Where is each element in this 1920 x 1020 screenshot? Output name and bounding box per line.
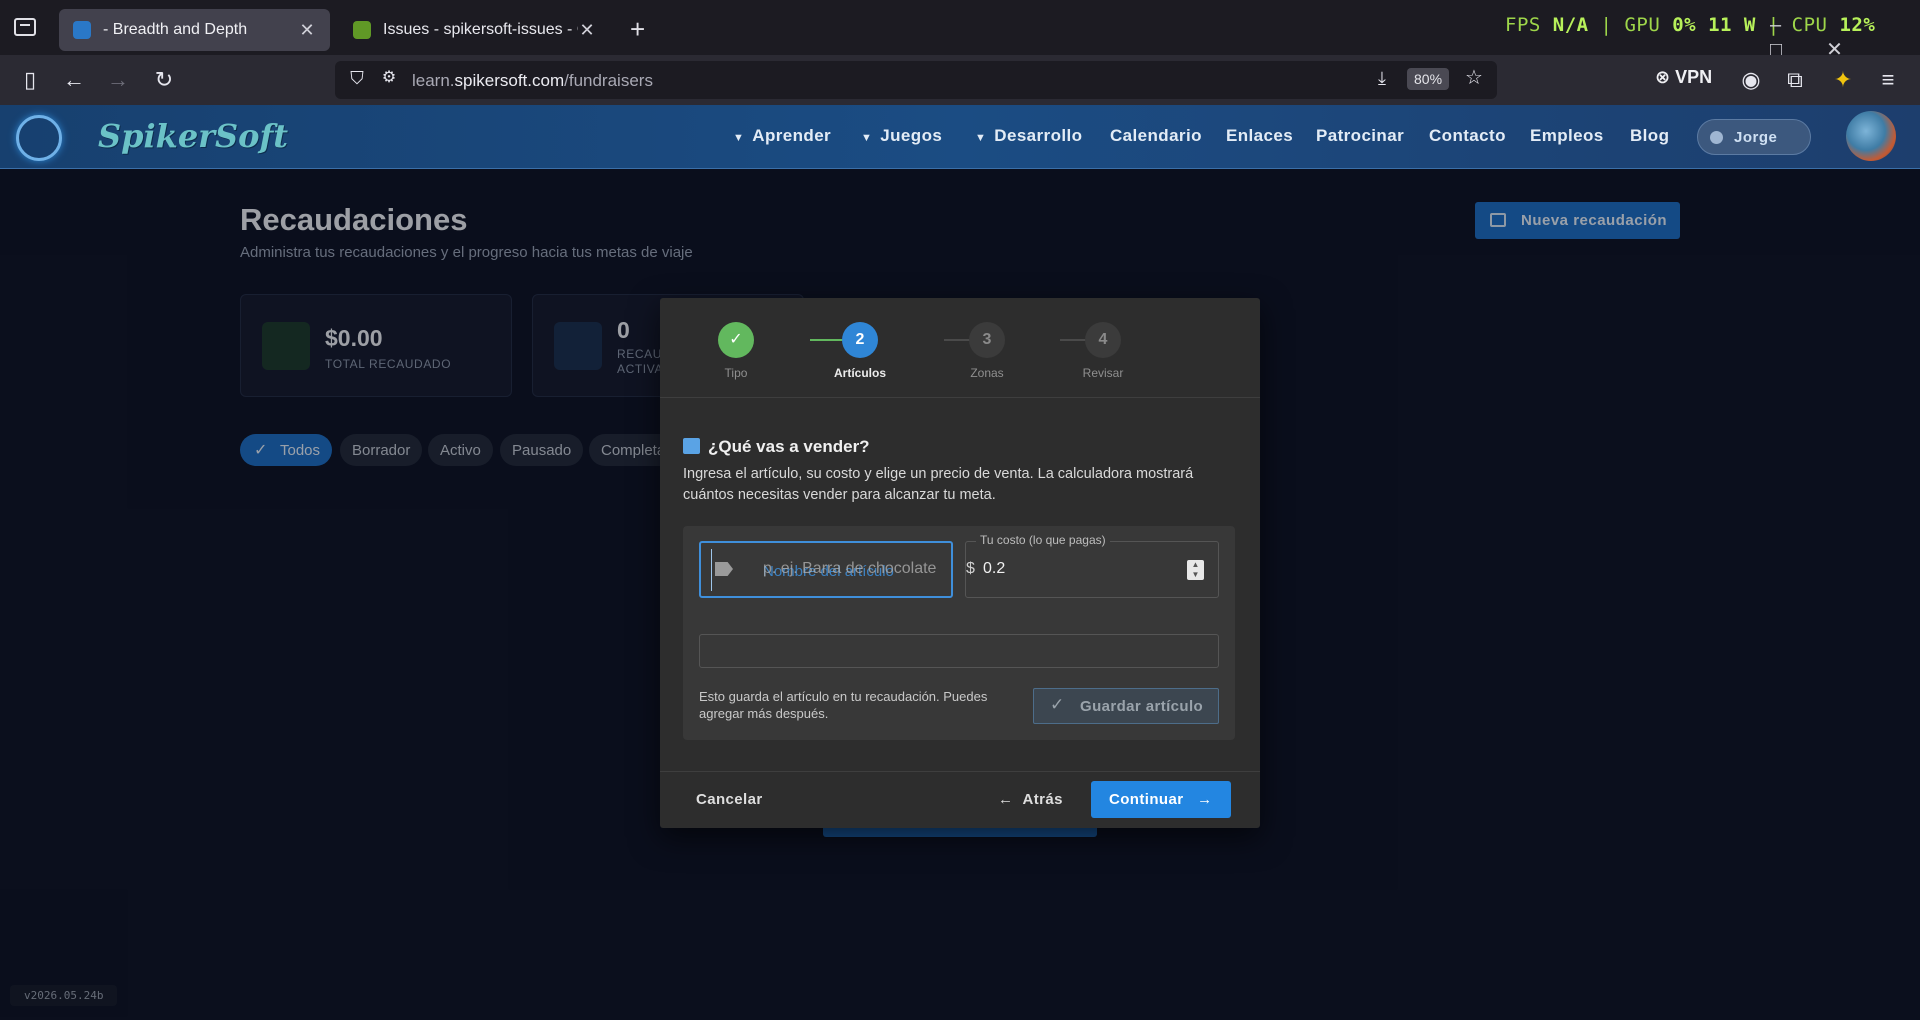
address-bar[interactable]: ⛉ ⚙ learn.spikersoft.com/fundraisers ⤓ 8… [335, 61, 1497, 99]
fps-label: FPS [1505, 14, 1541, 36]
step-revisar[interactable]: 4 Revisar [1063, 322, 1143, 380]
bookmark-star-icon[interactable]: ☆ [1460, 65, 1488, 93]
text-caret [711, 549, 712, 591]
fundraiser-wizard-modal: ✓ Tipo 2 Artículos 3 Zonas 4 Revisar ¿Qu… [660, 298, 1260, 828]
item-cost-field[interactable]: Tu costo (lo que pagas) $ 0.2 ▲ ▼ [965, 533, 1219, 598]
arrow-right-icon: → [1197, 791, 1213, 808]
vpn-label: VPN [1675, 67, 1713, 87]
continue-button[interactable]: Continuar → [1091, 781, 1231, 818]
menu-icon[interactable]: ≡ [1874, 67, 1902, 95]
site-favicon-icon [73, 21, 91, 39]
reload-icon[interactable]: ↻ [150, 67, 178, 95]
tab-breadth-and-depth[interactable]: - Breadth and Depth ✕ [59, 9, 330, 51]
extensions-icon[interactable]: ⧉ [1781, 67, 1809, 95]
tab-gitea-issues[interactable]: Issues - spikersoft-issues - Gitea ✕ [339, 9, 610, 51]
step-number: 2 [842, 322, 878, 358]
archive-box-icon [683, 438, 700, 454]
step-label: Artículos [833, 366, 886, 380]
zoom-level[interactable]: 80% [1407, 68, 1450, 90]
browser-nav-bar: ▯ ← → ↻ ⛉ ⚙ learn.spikersoft.com/fundrai… [0, 55, 1920, 105]
wizard-stepper: ✓ Tipo 2 Artículos 3 Zonas 4 Revisar [660, 298, 1260, 398]
site-logo-ring-icon[interactable] [16, 115, 62, 161]
step-label: Tipo [724, 366, 748, 380]
menu-blog[interactable]: Blog [1630, 126, 1669, 146]
gpu-label: GPU [1624, 14, 1661, 36]
check-icon: ✓ [1050, 695, 1065, 714]
menu-juegos[interactable]: ▼ Juegos [861, 126, 942, 146]
tab-title: - Breadth and Depth [103, 21, 248, 38]
step-label: Revisar [1082, 366, 1124, 380]
site-settings-icon[interactable]: ⚙ [375, 65, 403, 93]
user-menu-button[interactable]: Jorge [1697, 119, 1811, 155]
currency-symbol: $ [966, 560, 975, 577]
menu-desarrollo[interactable]: ▼ Desarrollo [975, 126, 1082, 146]
cancel-button[interactable]: Cancelar [696, 791, 763, 808]
tab-title: Issues - spikersoft-issues - Gitea [383, 21, 578, 38]
menu-calendario[interactable]: Calendario [1110, 126, 1202, 146]
item-cost-label: Tu costo (lo que pagas) [976, 533, 1110, 547]
close-tab-icon[interactable]: ✕ [298, 20, 316, 41]
step-number: 3 [969, 322, 1005, 358]
modal-footer: Cancelar ← Atrás Continuar → [660, 771, 1260, 828]
fps-value: N/A [1552, 14, 1589, 36]
step-articulos[interactable]: 2 Artículos [820, 322, 900, 380]
browser-tab-bar: - Breadth and Depth ✕ Issues - spikersof… [0, 0, 1920, 61]
site-header: SpikerSoft ▼ Aprender ▼ Juegos ▼ Desarrollo… [0, 105, 1920, 169]
item-name-field[interactable]: Nombre del artículo p. ej. Barra de choc… [699, 541, 953, 598]
account-icon[interactable]: ◉ [1737, 67, 1765, 95]
vpn-button[interactable]: ⊗ VPN [1655, 67, 1712, 88]
new-tab-button[interactable]: + [630, 14, 645, 45]
back-button[interactable]: ← Atrás [998, 791, 1063, 808]
step-tipo[interactable]: ✓ Tipo [696, 322, 776, 380]
menu-contacto[interactable]: Contacto [1429, 126, 1506, 146]
step-zonas[interactable]: 3 Zonas [947, 322, 1027, 380]
tag-icon [715, 562, 733, 576]
mascot-avatar[interactable] [1846, 111, 1896, 161]
number-spinner-icon[interactable]: ▲ ▼ [1187, 560, 1204, 580]
menu-empleos[interactable]: Empleos [1530, 126, 1604, 146]
save-item-button[interactable]: ✓ Guardar artículo [1033, 688, 1219, 724]
menu-aprender[interactable]: ▼ Aprender [733, 126, 831, 146]
check-icon: ✓ [718, 322, 754, 358]
section-title: ¿Qué vas a vender? [683, 437, 870, 457]
extension-warning-icon[interactable]: ✦ [1829, 67, 1857, 95]
gitea-favicon-icon [353, 21, 371, 39]
menu-enlaces[interactable]: Enlaces [1226, 126, 1293, 146]
gpu-watts: 11 W [1708, 14, 1756, 36]
item-name-placeholder: p. ej. Barra de chocolate [763, 560, 937, 577]
continue-label: Continuar [1109, 791, 1184, 808]
item-cost-value[interactable]: 0.2 [983, 560, 1005, 578]
sidebar-toggle-icon[interactable]: ▯ [16, 67, 44, 95]
back-arrow-icon[interactable]: ← [60, 67, 88, 95]
back-label: Atrás [1022, 791, 1063, 808]
forward-arrow-icon[interactable]: → [104, 67, 132, 95]
shield-icon[interactable]: ⛉ [343, 65, 371, 93]
item-form-panel: Nombre del artículo p. ej. Barra de choc… [683, 526, 1235, 740]
save-note: Esto guarda el artículo en tu recaudació… [699, 689, 988, 721]
section-description: Ingresa el artículo, su costo y elige un… [683, 466, 1194, 503]
item-price-field[interactable] [699, 634, 1219, 668]
user-name: Jorge [1734, 129, 1778, 146]
gpu-value: 0% [1672, 14, 1697, 36]
tab-list-icon[interactable] [14, 18, 36, 36]
arrow-left-icon: ← [998, 791, 1014, 808]
save-item-label: Guardar artículo [1080, 698, 1204, 715]
step-number: 4 [1085, 322, 1121, 358]
close-tab-icon[interactable]: ✕ [578, 20, 596, 41]
step-label: Zonas [970, 366, 1004, 380]
url-text[interactable]: learn.spikersoft.com/fundraisers [412, 71, 653, 91]
download-icon[interactable]: ⤓ [1368, 65, 1396, 93]
site-logo[interactable]: SpikerSoft [98, 117, 288, 155]
menu-patrocinar[interactable]: Patrocinar [1316, 126, 1404, 146]
